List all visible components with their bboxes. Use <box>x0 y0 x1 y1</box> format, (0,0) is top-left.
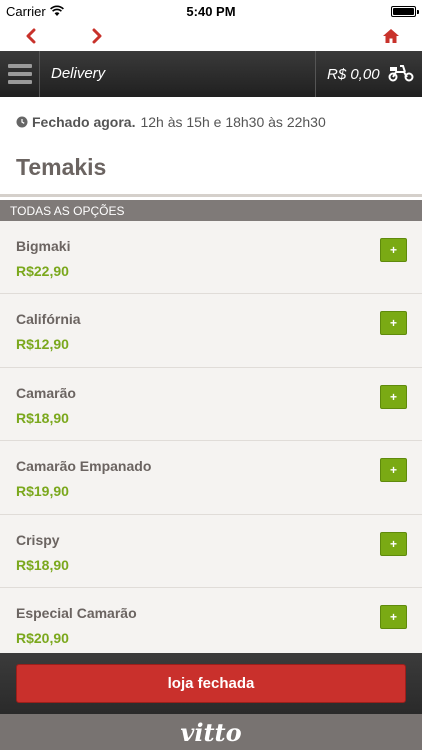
add-item-button[interactable]: + <box>380 238 407 262</box>
hamburger-menu-icon <box>7 64 32 68</box>
item-name: Bigmaki <box>16 238 71 254</box>
page-title: Delivery <box>51 65 106 82</box>
add-item-button[interactable]: + <box>380 384 407 409</box>
item-name: Especial Camarão <box>16 604 137 621</box>
vitto-logo: vitto <box>180 717 242 747</box>
item-price: R$18,90 <box>16 556 69 573</box>
item-price: R$18,90 <box>16 409 69 426</box>
store-status: Fechado agora. <box>32 114 136 130</box>
list-item[interactable]: Califórnia R$12,90 + <box>0 294 422 368</box>
category-header: TODAS AS OPÇÕES <box>0 200 422 221</box>
list-item[interactable]: Camarão R$18,90 + <box>0 368 422 442</box>
forward-button[interactable] <box>86 25 108 47</box>
status-bar: Carrier 5:40 PM <box>0 0 422 22</box>
add-item-button[interactable]: + <box>380 311 407 336</box>
store-hours-text: 12h às 15h e 18h30 às 22h30 <box>140 114 326 130</box>
list-item[interactable]: Crispy R$18,90 + <box>0 515 422 588</box>
battery-icon <box>391 6 419 17</box>
footer-bar: loja fechada <box>0 653 422 714</box>
add-item-button[interactable]: + <box>380 604 407 629</box>
add-item-button[interactable]: + <box>380 531 407 556</box>
store-info: Fechado agora. 12h às 15h e 18h30 às 22h… <box>0 97 422 197</box>
menu-item-list[interactable]: Bigmaki R$22,90 + Califórnia R$12,90 + C… <box>0 221 422 653</box>
scooter-icon <box>388 65 414 82</box>
menu-button[interactable] <box>0 51 40 97</box>
item-name: Camarão <box>16 384 76 401</box>
browser-nav <box>0 22 422 51</box>
chevron-left-icon <box>26 28 36 44</box>
store-closed-button[interactable]: loja fechada <box>16 664 406 703</box>
home-button[interactable] <box>380 25 402 47</box>
item-price: R$12,90 <box>16 336 69 353</box>
clock-icon <box>16 116 28 128</box>
back-button[interactable] <box>20 25 42 47</box>
brand-bar: vitto <box>0 714 422 750</box>
item-name: Crispy <box>16 531 60 548</box>
cart-button[interactable]: R$ 0,00 <box>315 51 422 97</box>
list-item[interactable]: Bigmaki R$22,90 + <box>0 221 422 295</box>
item-name: Camarão Empanado <box>16 458 152 475</box>
add-item-button[interactable]: + <box>380 458 407 483</box>
home-icon <box>383 29 399 43</box>
item-price: R$20,90 <box>16 629 69 646</box>
section-title: Temakis <box>16 154 107 180</box>
chevron-right-icon <box>92 28 102 44</box>
store-hours: Fechado agora. 12h às 15h e 18h30 às 22h… <box>16 114 326 130</box>
list-item[interactable]: Especial Camarão R$20,90 + <box>0 588 422 653</box>
cart-total: R$ 0,00 <box>327 66 380 83</box>
app-header: Delivery R$ 0,00 <box>0 51 422 97</box>
clock-time: 5:40 PM <box>186 4 236 19</box>
item-price: R$19,90 <box>16 483 69 500</box>
item-price: R$22,90 <box>16 263 69 279</box>
list-item[interactable]: Camarão Empanado R$19,90 + <box>0 441 422 515</box>
item-name: Califórnia <box>16 311 81 328</box>
